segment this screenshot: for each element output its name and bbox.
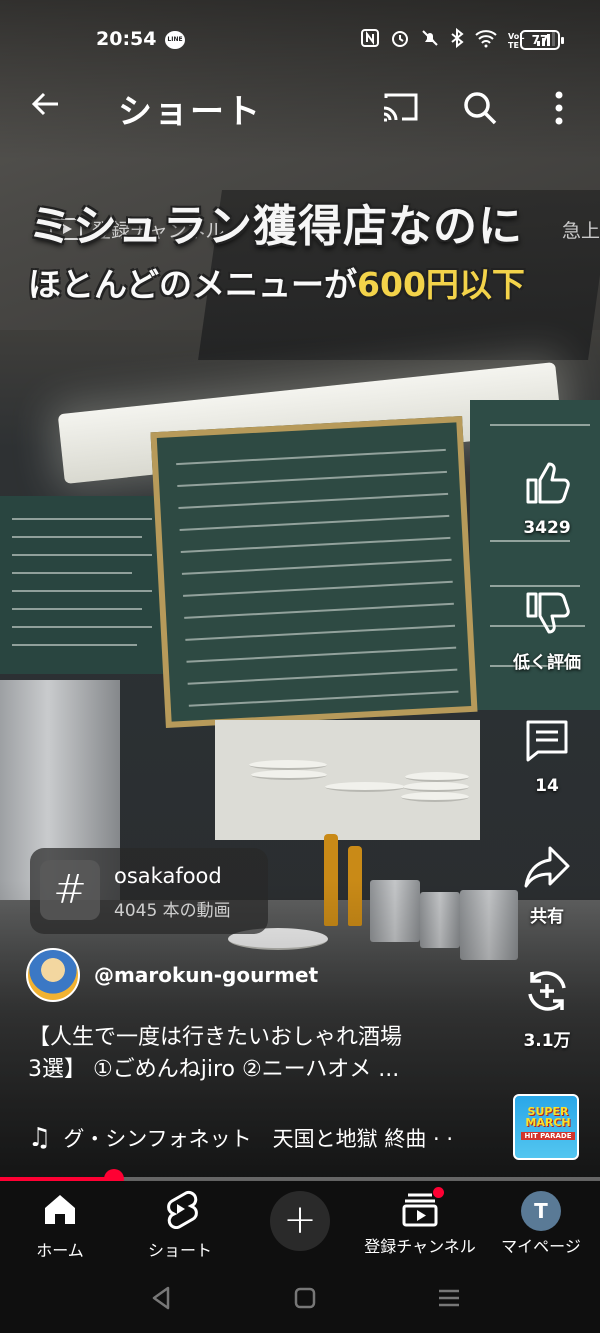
- like-button[interactable]: 3429: [506, 458, 588, 538]
- channel-row[interactable]: @marokun-gourmet: [26, 948, 426, 1004]
- nav-home-label: ホーム: [36, 1241, 84, 1260]
- dislike-button[interactable]: 低く評価: [506, 588, 588, 673]
- hashtag-chip[interactable]: # osakafood 4045 本の動画: [30, 848, 268, 934]
- plus-icon: +: [283, 1197, 317, 1243]
- album-art-thumbnail[interactable]: SUPER MARCH HIT PARADE: [513, 1094, 579, 1160]
- share-label: 共有: [530, 907, 564, 927]
- remix-count: 3.1万: [523, 1031, 571, 1051]
- music-note-icon: ♫: [28, 1123, 52, 1153]
- search-icon: [464, 92, 497, 125]
- album-art-title: SUPER MARCH: [525, 1105, 571, 1129]
- more-options-button[interactable]: [544, 86, 574, 130]
- subscriptions-icon-wrap: [400, 1187, 444, 1229]
- hashtag-video-count: 4045 本の動画: [114, 901, 231, 921]
- channel-handle[interactable]: @marokun-gourmet: [94, 963, 318, 987]
- wifi-icon: [474, 28, 498, 53]
- music-title: グ・シンフォネット 天国と地獄 終曲 · ·: [63, 1127, 454, 1151]
- battery-indicator: 77: [520, 30, 564, 50]
- mute-icon: [420, 28, 440, 53]
- back-button[interactable]: [28, 86, 68, 126]
- caption-line-2-highlight: 600円以下: [357, 265, 525, 304]
- video-description[interactable]: 【人生で一度は行きたいおしゃれ酒場 3選】 ①ごめんねjiro ②ニーハオメ .…: [28, 1022, 498, 1086]
- hashtag-icon: #: [40, 860, 100, 920]
- nav-shorts[interactable]: ショート: [138, 1181, 222, 1261]
- video-scene-chalkboard-left: [0, 496, 165, 674]
- caption-line-1: ミシュラン獲得店なのに: [28, 201, 523, 252]
- line-notification-icon: LINE: [165, 31, 185, 49]
- comment-icon: [526, 720, 568, 762]
- nfc-icon: [360, 28, 380, 53]
- description-line-2: 3選】 ①ごめんねjiro ②ニーハオメ ...: [28, 1057, 400, 1082]
- nav-mypage-label: マイページ: [501, 1237, 581, 1256]
- page-title: ショート: [118, 92, 262, 132]
- video-scene-shelf: [215, 720, 480, 840]
- more-vertical-icon: [555, 91, 563, 125]
- channel-avatar[interactable]: [26, 948, 80, 1002]
- dislike-label: 低く評価: [513, 653, 581, 673]
- caption-line-2-prefix: ほとんどのメニューが: [28, 265, 358, 304]
- comments-button[interactable]: 14: [506, 716, 588, 796]
- like-count: 3429: [523, 518, 571, 538]
- share-button[interactable]: 共有: [506, 842, 588, 927]
- system-navigation-bar: [0, 1261, 600, 1333]
- description-line-1: 【人生で一度は行きたいおしゃれ酒場: [28, 1025, 403, 1050]
- video-scene-chalkboard-main: [150, 416, 478, 728]
- cast-icon: [383, 93, 418, 122]
- video-caption: ミシュラン獲得店なのに ほとんどのメニューが600円以下: [28, 190, 588, 306]
- bottom-navigation: ホーム ショート + 登録チャンネル T マイページ: [0, 1181, 600, 1261]
- alarm-icon: [390, 28, 410, 53]
- notification-dot: [433, 1187, 444, 1198]
- back-arrow-icon: [31, 92, 58, 116]
- system-back-icon[interactable]: [146, 1283, 176, 1313]
- music-row[interactable]: ♫ グ・シンフォネット 天国と地獄 終曲 · ·: [28, 1122, 498, 1154]
- top-app-bar: ショート: [0, 80, 600, 136]
- system-home-icon[interactable]: [290, 1283, 320, 1313]
- shorts-icon: [167, 1190, 198, 1230]
- thumbs-down-icon: [526, 592, 570, 634]
- nav-subscriptions[interactable]: 登録チャンネル: [360, 1181, 480, 1261]
- search-button[interactable]: [460, 88, 500, 128]
- nav-home[interactable]: ホーム: [20, 1181, 100, 1261]
- comment-count: 14: [535, 776, 559, 796]
- nav-subscriptions-label: 登録チャンネル: [364, 1237, 476, 1256]
- share-icon: [524, 846, 570, 888]
- user-avatar: T: [521, 1191, 561, 1231]
- album-art-subtitle: HIT PARADE: [521, 1132, 575, 1140]
- create-button[interactable]: +: [270, 1191, 330, 1251]
- thumbs-up-icon: [526, 462, 570, 504]
- remix-icon: [528, 971, 566, 1011]
- remix-button[interactable]: 3.1万: [506, 966, 588, 1051]
- nav-mypage[interactable]: T マイページ: [496, 1181, 586, 1261]
- caption-line-2: ほとんどのメニューが600円以下: [28, 258, 588, 306]
- home-icon: [45, 1195, 75, 1224]
- bluetooth-icon: [450, 27, 464, 53]
- status-time: 20:54: [96, 28, 157, 50]
- cast-button[interactable]: [380, 90, 420, 124]
- hashtag-name: osakafood: [114, 864, 222, 888]
- nav-shorts-label: ショート: [147, 1241, 212, 1260]
- status-bar: 20:54 LINE VoLTE 77: [0, 22, 600, 60]
- system-recents-icon[interactable]: [434, 1283, 464, 1313]
